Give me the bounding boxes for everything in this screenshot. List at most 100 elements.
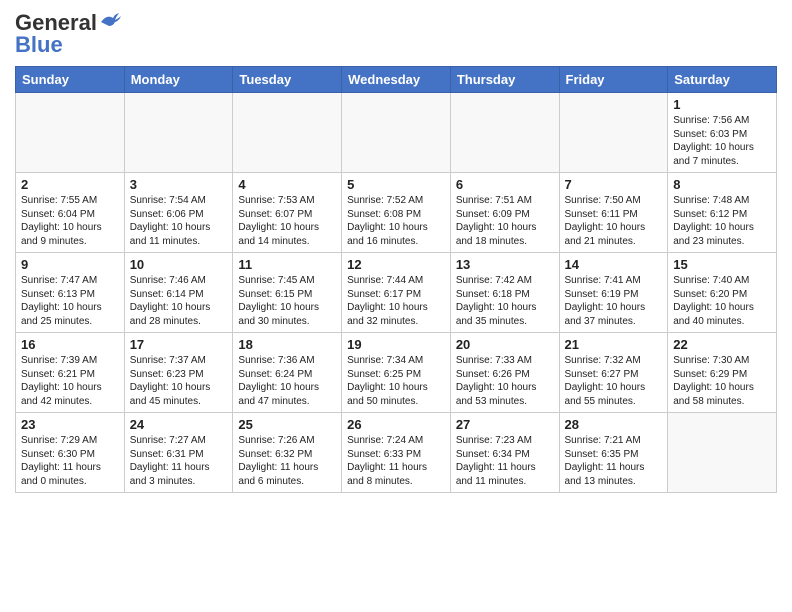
calendar-day-cell: 15Sunrise: 7:40 AM Sunset: 6:20 PM Dayli… [668,253,777,333]
day-info: Sunrise: 7:34 AM Sunset: 6:25 PM Dayligh… [347,354,445,408]
day-info: Sunrise: 7:39 AM Sunset: 6:21 PM Dayligh… [21,354,119,408]
day-number: 6 [456,177,554,192]
header: General Blue [15,10,777,58]
calendar-day-cell: 8 Sunrise: 7:48 AM Sunset: 6:12 PM Daylig… [668,173,777,253]
calendar-week-row: 9 Sunrise: 7:47 AM Sunset: 6:13 PM Daylig… [16,253,777,333]
calendar-day-cell [342,93,451,173]
calendar-day-cell: 12Sunrise: 7:44 AM Sunset: 6:17 PM Dayli… [342,253,451,333]
calendar-day-cell: 5 Sunrise: 7:52 AM Sunset: 6:08 PM Daylig… [342,173,451,253]
day-number: 10 [130,257,228,272]
calendar-day-cell: 19 Sunrise: 7:34 AM Sunset: 6:25 PM Dayli… [342,333,451,413]
day-number: 16 [21,337,119,352]
day-info: Sunrise: 7:26 AM Sunset: 6:32 PM Dayligh… [238,434,336,488]
col-saturday: Saturday [668,67,777,93]
calendar-day-cell: 9 Sunrise: 7:47 AM Sunset: 6:13 PM Daylig… [16,253,125,333]
calendar-day-cell [668,413,777,493]
day-number: 4 [238,177,336,192]
calendar-day-cell: 2 Sunrise: 7:55 AM Sunset: 6:04 PM Daylig… [16,173,125,253]
calendar-day-cell [124,93,233,173]
calendar-day-cell: 14Sunrise: 7:41 AM Sunset: 6:19 PM Dayli… [559,253,668,333]
day-number: 5 [347,177,445,192]
day-number: 3 [130,177,228,192]
day-number: 21 [565,337,663,352]
col-tuesday: Tuesday [233,67,342,93]
day-number: 13 [456,257,554,272]
col-thursday: Thursday [450,67,559,93]
day-info: Sunrise: 7:30 AM Sunset: 6:29 PM Dayligh… [673,354,771,408]
calendar-day-cell: 16 Sunrise: 7:39 AM Sunset: 6:21 PM Dayli… [16,333,125,413]
calendar-day-cell: 11 Sunrise: 7:45 AM Sunset: 6:15 PM Dayli… [233,253,342,333]
calendar-week-row: 2 Sunrise: 7:55 AM Sunset: 6:04 PM Daylig… [16,173,777,253]
day-info: Sunrise: 7:33 AM Sunset: 6:26 PM Dayligh… [456,354,554,408]
day-info: Sunrise: 7:51 AM Sunset: 6:09 PM Dayligh… [456,194,554,248]
day-number: 22 [673,337,771,352]
day-info: Sunrise: 7:46 AM Sunset: 6:14 PM Dayligh… [130,274,228,328]
calendar-day-cell: 1Sunrise: 7:56 AM Sunset: 6:03 PM Daylig… [668,93,777,173]
day-info: Sunrise: 7:56 AM Sunset: 6:03 PM Dayligh… [673,114,771,168]
calendar-day-cell: 6 Sunrise: 7:51 AM Sunset: 6:09 PM Daylig… [450,173,559,253]
day-info: Sunrise: 7:36 AM Sunset: 6:24 PM Dayligh… [238,354,336,408]
col-friday: Friday [559,67,668,93]
day-number: 23 [21,417,119,432]
calendar-day-cell: 3 Sunrise: 7:54 AM Sunset: 6:06 PM Daylig… [124,173,233,253]
calendar-day-cell [16,93,125,173]
day-info: Sunrise: 7:21 AM Sunset: 6:35 PM Dayligh… [565,434,663,488]
day-info: Sunrise: 7:23 AM Sunset: 6:34 PM Dayligh… [456,434,554,488]
calendar-day-cell: 25 Sunrise: 7:26 AM Sunset: 6:32 PM Dayli… [233,413,342,493]
day-number: 7 [565,177,663,192]
calendar-day-cell: 18 Sunrise: 7:36 AM Sunset: 6:24 PM Dayli… [233,333,342,413]
day-info: Sunrise: 7:50 AM Sunset: 6:11 PM Dayligh… [565,194,663,248]
col-sunday: Sunday [16,67,125,93]
calendar-header-row: Sunday Monday Tuesday Wednesday Thursday… [16,67,777,93]
calendar-day-cell: 22 Sunrise: 7:30 AM Sunset: 6:29 PM Dayli… [668,333,777,413]
calendar-day-cell: 27 Sunrise: 7:23 AM Sunset: 6:34 PM Dayli… [450,413,559,493]
calendar-table: Sunday Monday Tuesday Wednesday Thursday… [15,66,777,493]
day-info: Sunrise: 7:24 AM Sunset: 6:33 PM Dayligh… [347,434,445,488]
day-number: 19 [347,337,445,352]
col-monday: Monday [124,67,233,93]
calendar-day-cell: 21Sunrise: 7:32 AM Sunset: 6:27 PM Dayli… [559,333,668,413]
day-number: 25 [238,417,336,432]
calendar-day-cell: 17Sunrise: 7:37 AM Sunset: 6:23 PM Dayli… [124,333,233,413]
calendar-week-row: 16 Sunrise: 7:39 AM Sunset: 6:21 PM Dayli… [16,333,777,413]
calendar-day-cell: 20 Sunrise: 7:33 AM Sunset: 6:26 PM Dayli… [450,333,559,413]
day-number: 26 [347,417,445,432]
day-number: 2 [21,177,119,192]
day-info: Sunrise: 7:45 AM Sunset: 6:15 PM Dayligh… [238,274,336,328]
logo: General Blue [15,10,121,58]
calendar-week-row: 1Sunrise: 7:56 AM Sunset: 6:03 PM Daylig… [16,93,777,173]
calendar-week-row: 23 Sunrise: 7:29 AM Sunset: 6:30 PM Dayli… [16,413,777,493]
day-number: 15 [673,257,771,272]
logo-blue-text: Blue [15,32,63,58]
day-number: 28 [565,417,663,432]
calendar-day-cell [450,93,559,173]
day-info: Sunrise: 7:54 AM Sunset: 6:06 PM Dayligh… [130,194,228,248]
day-number: 18 [238,337,336,352]
calendar-day-cell: 26 Sunrise: 7:24 AM Sunset: 6:33 PM Dayli… [342,413,451,493]
day-info: Sunrise: 7:37 AM Sunset: 6:23 PM Dayligh… [130,354,228,408]
day-info: Sunrise: 7:47 AM Sunset: 6:13 PM Dayligh… [21,274,119,328]
col-wednesday: Wednesday [342,67,451,93]
day-info: Sunrise: 7:52 AM Sunset: 6:08 PM Dayligh… [347,194,445,248]
day-number: 8 [673,177,771,192]
day-number: 9 [21,257,119,272]
calendar-day-cell: 10 Sunrise: 7:46 AM Sunset: 6:14 PM Dayli… [124,253,233,333]
day-info: Sunrise: 7:29 AM Sunset: 6:30 PM Dayligh… [21,434,119,488]
day-number: 11 [238,257,336,272]
day-info: Sunrise: 7:48 AM Sunset: 6:12 PM Dayligh… [673,194,771,248]
day-number: 24 [130,417,228,432]
day-number: 14 [565,257,663,272]
day-number: 20 [456,337,554,352]
day-info: Sunrise: 7:27 AM Sunset: 6:31 PM Dayligh… [130,434,228,488]
calendar-day-cell [559,93,668,173]
calendar-day-cell: 4Sunrise: 7:53 AM Sunset: 6:07 PM Daylig… [233,173,342,253]
main-container: General Blue Sunday Monday Tuesday Wedne… [0,0,792,503]
day-info: Sunrise: 7:55 AM Sunset: 6:04 PM Dayligh… [21,194,119,248]
calendar-day-cell: 24 Sunrise: 7:27 AM Sunset: 6:31 PM Dayli… [124,413,233,493]
calendar-day-cell: 23 Sunrise: 7:29 AM Sunset: 6:30 PM Dayli… [16,413,125,493]
day-number: 12 [347,257,445,272]
day-info: Sunrise: 7:42 AM Sunset: 6:18 PM Dayligh… [456,274,554,328]
calendar-day-cell: 28 Sunrise: 7:21 AM Sunset: 6:35 PM Dayli… [559,413,668,493]
day-number: 27 [456,417,554,432]
calendar-day-cell: 13 Sunrise: 7:42 AM Sunset: 6:18 PM Dayli… [450,253,559,333]
